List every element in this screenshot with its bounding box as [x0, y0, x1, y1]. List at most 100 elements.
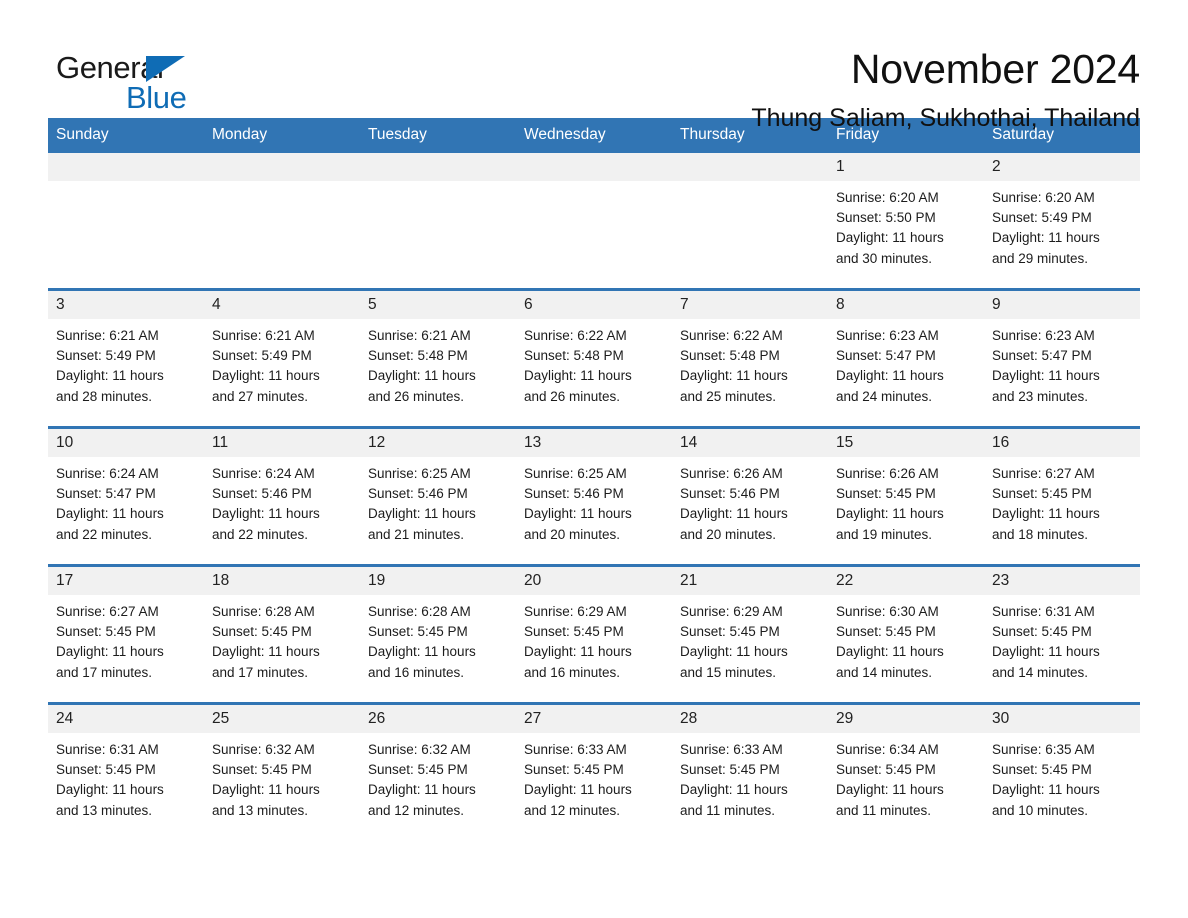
- daylight-duration-line2: and 11 minutes.: [680, 802, 776, 818]
- sunset-time: Sunset: 5:47 PM: [992, 348, 1092, 364]
- sunset-time: Sunset: 5:45 PM: [212, 624, 312, 640]
- daylight-duration-line1: Daylight: 11 hours: [992, 506, 1100, 522]
- calendar-day-cell[interactable]: 5 Sunrise: 6:21 AM Sunset: 5:48 PM Daylight…: [360, 288, 516, 428]
- general-blue-logo[interactable]: General Blue: [48, 46, 200, 113]
- sunrise-time: Sunrise: 6:28 AM: [212, 604, 315, 619]
- calendar-day-cell[interactable]: 30 Sunrise: 6:35 AM Sunset: 5:45 PM Dayligh…: [984, 702, 1140, 840]
- day-details: Sunrise: 6:26 AM Sunset: 5:46 PM Daylight:…: [672, 457, 828, 545]
- daylight-duration-line2: and 26 minutes.: [524, 388, 621, 404]
- day-details: Sunrise: 6:25 AM Sunset: 5:46 PM Daylight:…: [360, 457, 516, 545]
- day-details: Sunrise: 6:29 AM Sunset: 5:45 PM Daylight:…: [672, 595, 828, 683]
- daylight-duration-line1: Daylight: 11 hours: [212, 368, 320, 384]
- calendar-day-cell[interactable]: 28 Sunrise: 6:33 AM Sunset: 5:45 PM Dayligh…: [672, 702, 828, 840]
- sunset-time: Sunset: 5:48 PM: [680, 348, 780, 364]
- calendar-day-cell[interactable]: 29 Sunrise: 6:34 AM Sunset: 5:45 PM Dayligh…: [828, 702, 984, 840]
- calendar-day-cell[interactable]: 22 Sunrise: 6:30 AM Sunset: 5:45 PM Dayligh…: [828, 564, 984, 704]
- calendar-day-cell[interactable]: 13 Sunrise: 6:25 AM Sunset: 5:46 PM Dayligh…: [516, 426, 672, 566]
- location-subtitle: Thung Saliam, Sukhothai, Thailand: [751, 104, 1140, 133]
- sunset-time: Sunset: 5:49 PM: [212, 348, 312, 364]
- title-block: November 2024 Thung Saliam, Sukhothai, T…: [751, 46, 1140, 133]
- sunrise-time: Sunrise: 6:20 AM: [836, 190, 939, 205]
- day-details: Sunrise: 6:25 AM Sunset: 5:46 PM Daylight:…: [516, 457, 672, 545]
- calendar-day-cell[interactable]: 9 Sunrise: 6:23 AM Sunset: 5:47 PM Daylight…: [984, 288, 1140, 428]
- sunset-time: Sunset: 5:45 PM: [56, 762, 156, 778]
- sunrise-time: Sunrise: 6:21 AM: [212, 328, 315, 343]
- sunrise-time: Sunrise: 6:24 AM: [56, 466, 159, 481]
- sunset-time: Sunset: 5:45 PM: [836, 486, 936, 502]
- day-details: Sunrise: 6:20 AM Sunset: 5:50 PM Daylight:…: [828, 181, 984, 269]
- calendar-day-cell[interactable]: 21 Sunrise: 6:29 AM Sunset: 5:45 PM Dayligh…: [672, 564, 828, 704]
- day-number: 15: [828, 429, 984, 457]
- calendar-day-cell[interactable]: 6 Sunrise: 6:22 AM Sunset: 5:48 PM Daylight…: [516, 288, 672, 428]
- calendar-day-cell[interactable]: 17 Sunrise: 6:27 AM Sunset: 5:45 PM Dayligh…: [48, 564, 204, 704]
- daylight-duration-line2: and 13 minutes.: [212, 802, 309, 818]
- calendar-day-cell[interactable]: 18 Sunrise: 6:28 AM Sunset: 5:45 PM Dayligh…: [204, 564, 360, 704]
- sunrise-time: Sunrise: 6:21 AM: [56, 328, 159, 343]
- daylight-duration-line1: Daylight: 11 hours: [836, 506, 944, 522]
- calendar-week-row: 17 Sunrise: 6:27 AM Sunset: 5:45 PM Dayligh…: [48, 564, 1140, 704]
- calendar-day-cell[interactable]: 14 Sunrise: 6:26 AM Sunset: 5:46 PM Dayligh…: [672, 426, 828, 566]
- day-number: 27: [516, 705, 672, 733]
- sunrise-time: Sunrise: 6:34 AM: [836, 742, 939, 757]
- daylight-duration-line1: Daylight: 11 hours: [368, 506, 476, 522]
- day-number: [360, 153, 516, 181]
- day-details: Sunrise: 6:27 AM Sunset: 5:45 PM Daylight:…: [984, 457, 1140, 545]
- sunset-time: Sunset: 5:45 PM: [836, 762, 936, 778]
- daylight-duration-line1: Daylight: 11 hours: [836, 230, 944, 246]
- daylight-duration-line1: Daylight: 11 hours: [992, 230, 1100, 246]
- calendar-day-cell[interactable]: 27 Sunrise: 6:33 AM Sunset: 5:45 PM Dayligh…: [516, 702, 672, 840]
- daylight-duration-line1: Daylight: 11 hours: [680, 506, 788, 522]
- calendar-day-cell[interactable]: 12 Sunrise: 6:25 AM Sunset: 5:46 PM Dayligh…: [360, 426, 516, 566]
- calendar-day-cell[interactable]: 11 Sunrise: 6:24 AM Sunset: 5:46 PM Dayligh…: [204, 426, 360, 566]
- sunset-time: Sunset: 5:45 PM: [992, 486, 1092, 502]
- daylight-duration-line1: Daylight: 11 hours: [680, 368, 788, 384]
- calendar-week-row: 24 Sunrise: 6:31 AM Sunset: 5:45 PM Dayligh…: [48, 702, 1140, 840]
- calendar-day-cell[interactable]: 4 Sunrise: 6:21 AM Sunset: 5:49 PM Daylight…: [204, 288, 360, 428]
- day-number: 7: [672, 291, 828, 319]
- calendar-week-row: 1 Sunrise: 6:20 AM Sunset: 5:50 PM Daylight…: [48, 153, 1140, 290]
- day-details: Sunrise: 6:33 AM Sunset: 5:45 PM Daylight:…: [516, 733, 672, 821]
- daylight-duration-line1: Daylight: 11 hours: [368, 368, 476, 384]
- calendar-day-cell[interactable]: 24 Sunrise: 6:31 AM Sunset: 5:45 PM Dayligh…: [48, 702, 204, 840]
- daylight-duration-line2: and 11 minutes.: [836, 802, 932, 818]
- calendar-day-cell[interactable]: 15 Sunrise: 6:26 AM Sunset: 5:45 PM Dayligh…: [828, 426, 984, 566]
- sunrise-time: Sunrise: 6:31 AM: [992, 604, 1095, 619]
- calendar-week-row: 10 Sunrise: 6:24 AM Sunset: 5:47 PM Dayligh…: [48, 426, 1140, 566]
- calendar-day-cell-empty: [360, 153, 516, 290]
- daylight-duration-line1: Daylight: 11 hours: [56, 506, 164, 522]
- sunrise-time: Sunrise: 6:31 AM: [56, 742, 159, 757]
- calendar-day-cell[interactable]: 19 Sunrise: 6:28 AM Sunset: 5:45 PM Dayligh…: [360, 564, 516, 704]
- calendar-day-cell[interactable]: 1 Sunrise: 6:20 AM Sunset: 5:50 PM Daylight…: [828, 153, 984, 290]
- calendar-day-cell[interactable]: 3 Sunrise: 6:21 AM Sunset: 5:49 PM Daylight…: [48, 288, 204, 428]
- day-details: Sunrise: 6:28 AM Sunset: 5:45 PM Daylight:…: [204, 595, 360, 683]
- daylight-duration-line2: and 20 minutes.: [524, 526, 621, 542]
- calendar-body: 1 Sunrise: 6:20 AM Sunset: 5:50 PM Daylight…: [48, 153, 1140, 840]
- daylight-duration-line1: Daylight: 11 hours: [368, 644, 476, 660]
- calendar-day-cell[interactable]: 26 Sunrise: 6:32 AM Sunset: 5:45 PM Dayligh…: [360, 702, 516, 840]
- daylight-duration-line1: Daylight: 11 hours: [56, 644, 164, 660]
- daylight-duration-line1: Daylight: 11 hours: [212, 782, 320, 798]
- day-details: Sunrise: 6:33 AM Sunset: 5:45 PM Daylight:…: [672, 733, 828, 821]
- daylight-duration-line2: and 30 minutes.: [836, 250, 933, 266]
- sunset-time: Sunset: 5:46 PM: [212, 486, 312, 502]
- day-number: [672, 153, 828, 181]
- day-details: Sunrise: 6:31 AM Sunset: 5:45 PM Daylight:…: [984, 595, 1140, 683]
- calendar-day-cell[interactable]: 10 Sunrise: 6:24 AM Sunset: 5:47 PM Dayligh…: [48, 426, 204, 566]
- day-number: 6: [516, 291, 672, 319]
- calendar-day-cell[interactable]: 23 Sunrise: 6:31 AM Sunset: 5:45 PM Dayligh…: [984, 564, 1140, 704]
- weekday-header-sunday: Sunday: [48, 118, 204, 153]
- sunrise-time: Sunrise: 6:25 AM: [368, 466, 471, 481]
- day-details: Sunrise: 6:21 AM Sunset: 5:49 PM Daylight:…: [204, 319, 360, 407]
- day-number: 1: [828, 153, 984, 181]
- day-number: 20: [516, 567, 672, 595]
- calendar-day-cell[interactable]: 25 Sunrise: 6:32 AM Sunset: 5:45 PM Dayligh…: [204, 702, 360, 840]
- calendar-day-cell[interactable]: 2 Sunrise: 6:20 AM Sunset: 5:49 PM Daylight…: [984, 153, 1140, 290]
- calendar-day-cell[interactable]: 16 Sunrise: 6:27 AM Sunset: 5:45 PM Dayligh…: [984, 426, 1140, 566]
- sunrise-time: Sunrise: 6:21 AM: [368, 328, 471, 343]
- day-details: Sunrise: 6:23 AM Sunset: 5:47 PM Daylight:…: [984, 319, 1140, 407]
- calendar-day-cell[interactable]: 8 Sunrise: 6:23 AM Sunset: 5:47 PM Daylight…: [828, 288, 984, 428]
- calendar-day-cell[interactable]: 7 Sunrise: 6:22 AM Sunset: 5:48 PM Daylight…: [672, 288, 828, 428]
- calendar-day-cell[interactable]: 20 Sunrise: 6:29 AM Sunset: 5:45 PM Dayligh…: [516, 564, 672, 704]
- calendar-day-cell-empty: [516, 153, 672, 290]
- sunrise-time: Sunrise: 6:32 AM: [368, 742, 471, 757]
